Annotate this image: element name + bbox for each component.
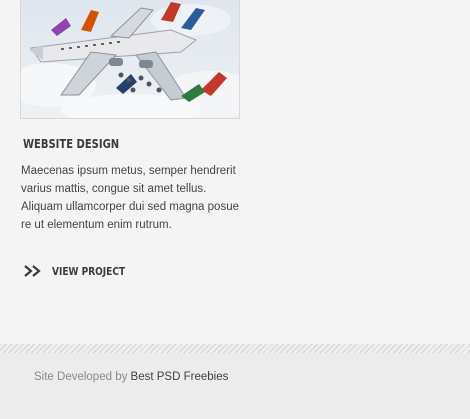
view-project-label: View Project [52,264,126,278]
footer: Site Developed by Best PSD Freebies [0,353,470,419]
footer-credit: Site Developed by Best PSD Freebies [34,371,228,383]
footer-credit-link[interactable]: Best PSD Freebies [131,371,229,383]
double-chevron-right-icon [24,265,41,277]
footer-divider [0,344,470,353]
airplane-collage-image [21,0,239,118]
project-thumbnail[interactable] [20,0,240,119]
footer-credit-prefix: Site Developed by [34,371,128,383]
project-description: Maecenas ipsum metus, semper hendrerit v… [21,165,239,231]
project-title: Website Design [23,136,120,151]
portfolio-section: Website Design Maecenas ipsum metus, sem… [0,0,470,344]
view-project-link[interactable]: View Project [24,262,141,280]
